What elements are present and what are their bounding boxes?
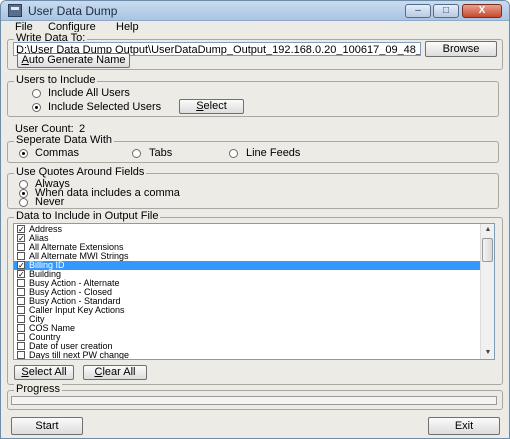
checkbox[interactable] [17,279,25,287]
list-item-label: Days till next PW change [29,350,130,360]
checkbox[interactable]: ✓ [17,270,25,279]
progress-bar [11,396,497,405]
include-all-users-radio[interactable] [32,89,41,98]
checkbox[interactable] [17,315,25,323]
checkbox[interactable] [17,243,25,251]
checkbox[interactable] [17,351,25,359]
separate-data-label: Seperate Data With [14,134,114,146]
list-item[interactable]: Caller Input Key Actions [14,306,481,315]
select-mnemonic: S [196,100,204,112]
clear-all-label: lear All [102,366,136,378]
quotes-when-comma-radio[interactable] [19,189,28,198]
auto-generate-name-button[interactable]: Auto Generate Name [17,53,130,68]
checkbox[interactable]: ✓ [17,225,25,234]
data-fields-label: Data to Include in Output File [14,210,161,222]
commas-radio[interactable] [19,149,28,158]
scroll-up-icon[interactable]: ▲ [481,224,494,236]
commas-label: Commas [35,147,80,159]
window-title: User Data Dump [28,4,118,18]
checkbox[interactable]: ✓ [17,261,25,270]
checkbox[interactable] [17,324,25,332]
data-fields-listbox[interactable]: ✓ Address ✓ Alias All Alternate Extensions Al… [13,223,495,360]
tabs-label: Tabs [149,147,173,159]
checkbox[interactable] [17,288,25,296]
scroll-down-icon[interactable]: ▼ [481,347,494,359]
close-button[interactable]: X [462,4,502,18]
title-bar[interactable]: User Data Dump – □ X [1,1,509,21]
tabs-radio[interactable] [132,149,141,158]
maximize-button[interactable]: □ [433,4,459,18]
select-users-button[interactable]: Select [179,99,244,114]
exit-button[interactable]: Exit [428,417,500,435]
quotes-never-label: Never [35,196,65,208]
menu-help[interactable]: Help [116,21,139,33]
select-all-label: elect All [28,366,67,378]
users-to-include-label: Users to Include [14,74,98,86]
quotes-label: Use Quotes Around Fields [14,166,147,178]
list-item[interactable]: ✓ Address [14,225,481,234]
browse-button[interactable]: Browse [425,41,497,57]
include-all-users-label: Include All Users [48,87,130,99]
select-label: elect [203,100,227,112]
main-window: User Data Dump – □ X File Configure Help… [0,0,510,439]
select-all-button[interactable]: Select All [14,365,74,380]
select-all-mnemonic: S [21,366,29,378]
app-icon [8,4,22,17]
clear-all-button[interactable]: Clear All [83,365,147,380]
include-selected-users-radio[interactable] [32,103,41,112]
list-item[interactable]: All Alternate MWI Strings [14,252,481,261]
checkbox[interactable] [17,252,25,260]
list-item[interactable]: City [14,315,481,324]
line-feeds-label: Line Feeds [246,147,301,159]
list-item[interactable]: ✓ Billing ID [14,261,481,270]
checkbox[interactable] [17,333,25,341]
line-feeds-radio[interactable] [229,149,238,158]
checkbox[interactable] [17,342,25,350]
quotes-always-radio[interactable] [19,180,28,189]
auto-generate-mnemonic: A [21,54,29,66]
checkbox[interactable] [17,306,25,314]
start-button[interactable]: Start [11,417,83,435]
scroll-thumb[interactable] [482,238,493,262]
checkbox[interactable]: ✓ [17,234,25,243]
include-selected-users-label: Include Selected Users [48,101,162,113]
checkbox[interactable] [17,297,25,305]
auto-generate-label: uto Generate Name [28,54,126,66]
minimize-button[interactable]: – [405,4,431,18]
list-item[interactable]: Days till next PW change [14,350,481,360]
list-item[interactable]: COS Name [14,324,481,333]
quotes-never-radio[interactable] [19,198,28,207]
progress-label: Progress [14,383,63,395]
listbox-scrollbar[interactable]: ▲ ▼ [480,224,494,359]
